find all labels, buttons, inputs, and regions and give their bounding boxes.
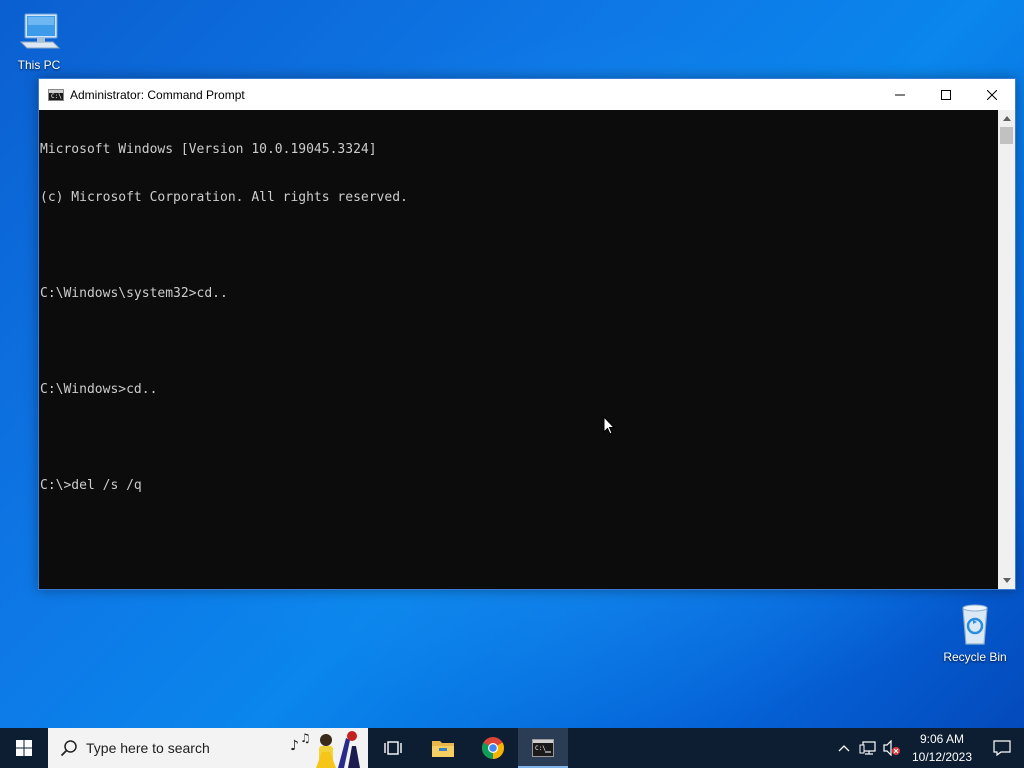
taskbar-search-box[interactable]: Type here to search ♪ ♫ bbox=[48, 728, 368, 768]
search-placeholder: Type here to search bbox=[86, 740, 210, 756]
scroll-down-button[interactable] bbox=[998, 572, 1015, 589]
scroll-up-button[interactable] bbox=[998, 110, 1015, 127]
volume-muted-icon bbox=[883, 740, 900, 756]
show-hidden-icons-button[interactable] bbox=[832, 728, 856, 768]
console-line: C:\Windows>cd.. bbox=[40, 382, 158, 397]
chevron-up-icon bbox=[838, 745, 850, 752]
minimize-icon bbox=[895, 94, 905, 95]
action-center-button[interactable] bbox=[980, 728, 1024, 768]
clock-time: 9:06 AM bbox=[919, 732, 965, 746]
close-icon bbox=[987, 89, 997, 100]
this-pc-icon bbox=[15, 8, 63, 56]
network-status-button[interactable] bbox=[856, 728, 880, 768]
console-output[interactable]: Microsoft Windows [Version 10.0.19045.33… bbox=[39, 110, 998, 589]
console-line: Microsoft Windows [Version 10.0.19045.33… bbox=[40, 142, 377, 157]
mouse-pointer-icon bbox=[603, 415, 616, 440]
svg-text:♫: ♫ bbox=[300, 731, 311, 745]
desktop-icon-label: Recycle Bin bbox=[943, 650, 1007, 664]
vertical-scrollbar[interactable] bbox=[998, 110, 1015, 589]
svg-text:C:\: C:\ bbox=[535, 745, 546, 752]
window-title: Administrator: Command Prompt bbox=[70, 87, 245, 102]
start-button[interactable] bbox=[0, 728, 48, 768]
chevron-down-icon bbox=[1002, 578, 1011, 583]
window-titlebar[interactable]: C:\ Administrator: Command Prompt bbox=[39, 79, 1015, 110]
scrollbar-thumb[interactable] bbox=[1000, 127, 1013, 144]
chrome-icon bbox=[482, 737, 504, 759]
command-prompt-window: C:\ Administrator: Command Prompt Micros… bbox=[38, 78, 1016, 590]
console-line: (c) Microsoft Corporation. All rights re… bbox=[40, 190, 408, 205]
notification-icon bbox=[993, 740, 1011, 756]
maximize-button[interactable] bbox=[923, 79, 969, 110]
minimize-button[interactable] bbox=[877, 79, 923, 110]
volume-button[interactable] bbox=[880, 728, 904, 768]
taskbar: Type here to search ♪ ♫ C:\ 9:06 AM 10/1… bbox=[0, 728, 1024, 768]
task-view-icon bbox=[384, 741, 402, 755]
desktop-icon-recycle-bin[interactable]: Recycle Bin bbox=[937, 600, 1013, 664]
close-button[interactable] bbox=[969, 79, 1015, 110]
chevron-up-icon bbox=[1002, 116, 1011, 121]
system-tray: 9:06 AM 10/12/2023 bbox=[832, 728, 1024, 768]
folder-icon bbox=[432, 741, 454, 757]
network-icon bbox=[859, 741, 876, 755]
maximize-icon bbox=[941, 89, 951, 100]
console-prompt-line[interactable]: C:\>del /s /q bbox=[40, 478, 998, 494]
search-icon bbox=[60, 740, 77, 757]
svg-text:♪: ♪ bbox=[290, 738, 299, 754]
taskbar-file-explorer[interactable] bbox=[418, 728, 468, 768]
taskbar-clock[interactable]: 9:06 AM 10/12/2023 bbox=[904, 730, 980, 766]
search-highlight-illustration-icon[interactable]: ♪ ♫ bbox=[286, 728, 368, 768]
console-line: C:\Windows\system32>cd.. bbox=[40, 286, 228, 301]
taskbar-command-prompt[interactable]: C:\ bbox=[518, 728, 568, 768]
cmd-icon: C:\ bbox=[532, 739, 554, 757]
recycle-bin-icon bbox=[951, 600, 999, 648]
clock-date: 10/12/2023 bbox=[911, 750, 973, 764]
cmd-icon: C:\ bbox=[48, 88, 64, 101]
taskbar-task-view[interactable] bbox=[368, 728, 418, 768]
desktop-icon-this-pc[interactable]: This PC bbox=[1, 8, 77, 72]
desktop-icon-label: This PC bbox=[17, 58, 61, 72]
taskbar-chrome[interactable] bbox=[468, 728, 518, 768]
windows-logo-icon bbox=[16, 740, 32, 756]
